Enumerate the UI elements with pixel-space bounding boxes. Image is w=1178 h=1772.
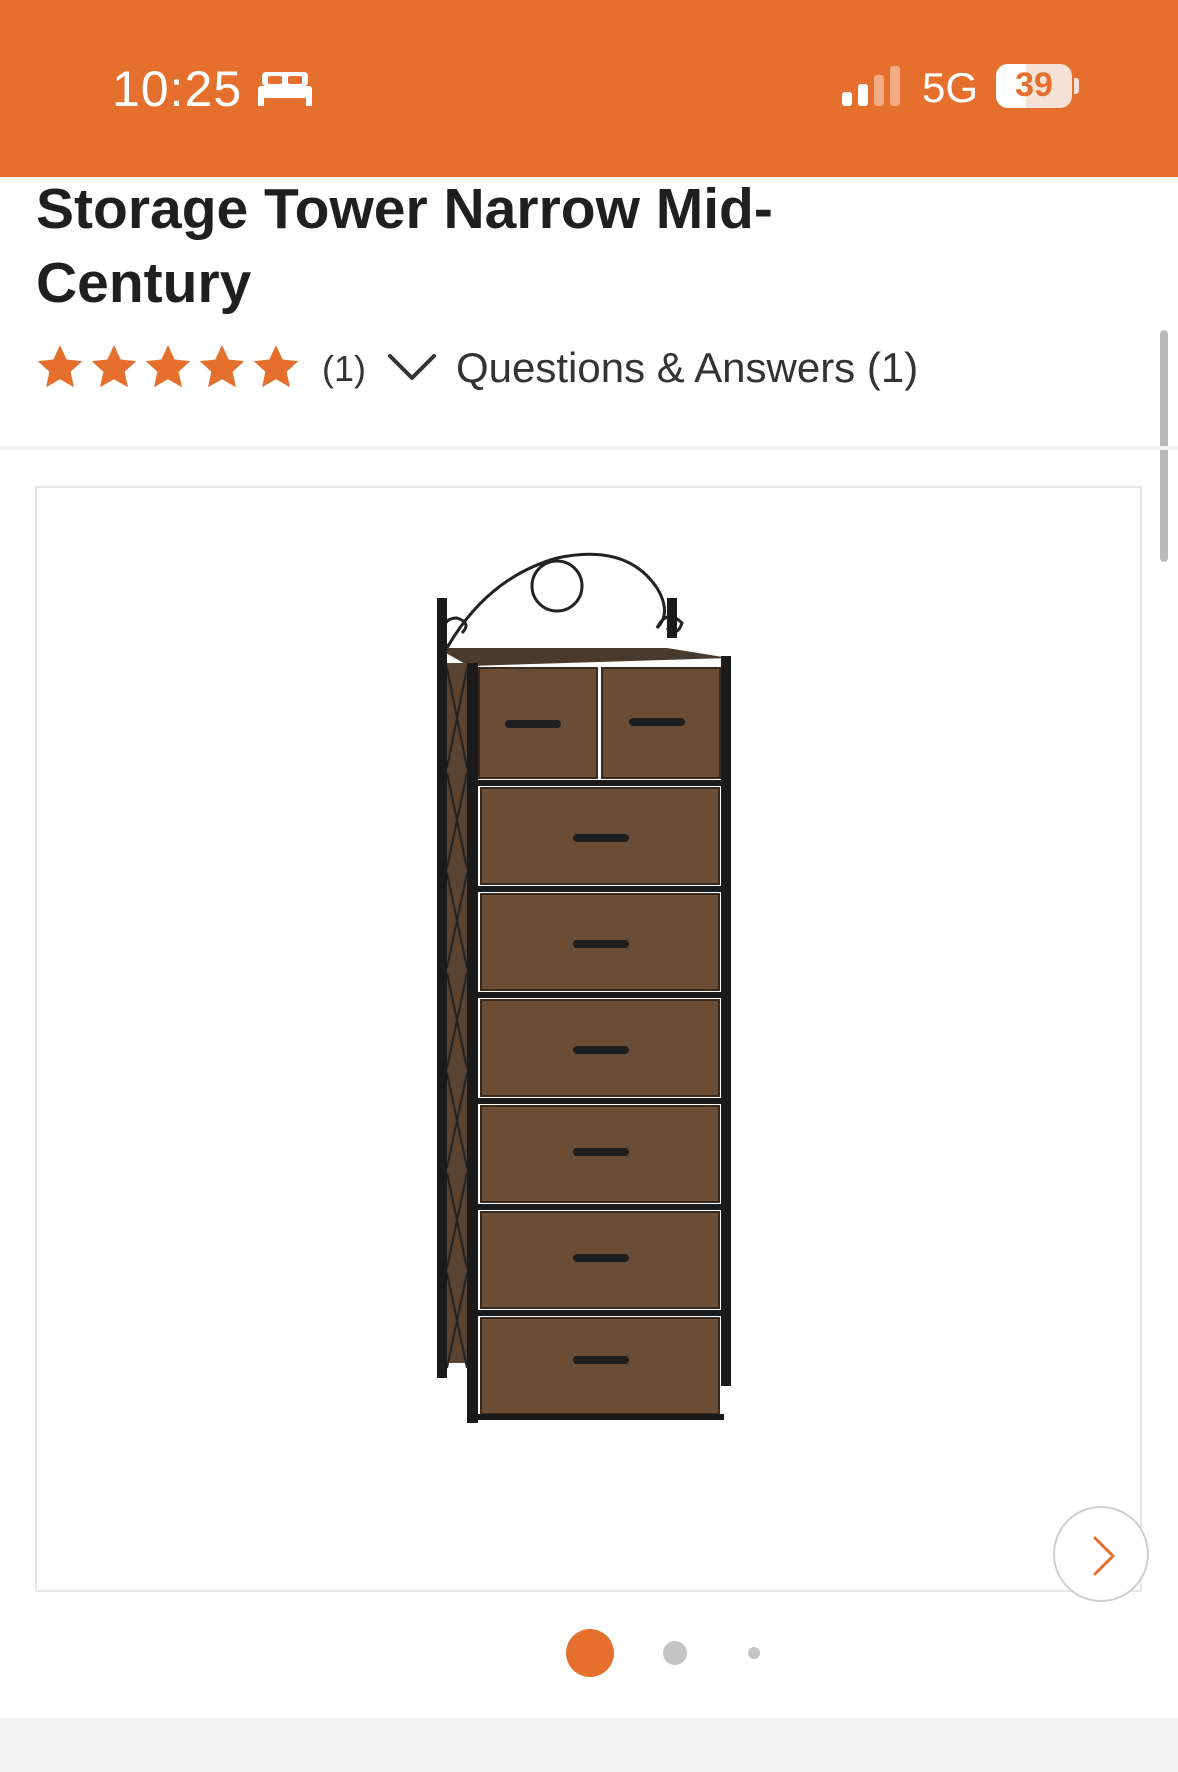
- product-image-gallery[interactable]: [35, 486, 1149, 1602]
- rating-count[interactable]: (1): [322, 348, 366, 390]
- star-icon: [91, 345, 137, 388]
- product-title: Storage Tower Narrow Mid-Century: [36, 177, 773, 315]
- pagination-dot[interactable]: [748, 1647, 760, 1659]
- battery-indicator: 39: [996, 64, 1080, 108]
- next-image-button[interactable]: [1053, 1506, 1149, 1602]
- section-divider: [0, 446, 1178, 450]
- star-icon: [199, 345, 245, 388]
- section-divider-bottom: [0, 1718, 1178, 1772]
- questions-answers-link[interactable]: Questions & Answers (1): [456, 344, 918, 392]
- star-icon: [253, 345, 299, 388]
- battery-level-text: 39: [1015, 66, 1053, 104]
- star-icon: [37, 345, 83, 388]
- chevron-right-icon: [1093, 1536, 1115, 1576]
- star-icon: [145, 345, 191, 388]
- status-time: 10:25: [112, 61, 243, 117]
- pagination-dot[interactable]: [663, 1641, 687, 1665]
- pagination-dot-active[interactable]: [566, 1629, 614, 1677]
- status-bar: 10:25 5G 39: [0, 0, 1178, 177]
- network-label: 5G: [922, 64, 979, 111]
- gallery-pagination: [0, 1626, 1178, 1682]
- rating-row: (1) Questions & Answers (1): [34, 338, 1134, 398]
- star-rating[interactable]: [34, 342, 302, 392]
- bed-icon: [258, 72, 312, 106]
- chevron-down-icon[interactable]: [384, 350, 440, 386]
- signal-icon: [842, 66, 900, 106]
- product-image: [437, 552, 731, 1423]
